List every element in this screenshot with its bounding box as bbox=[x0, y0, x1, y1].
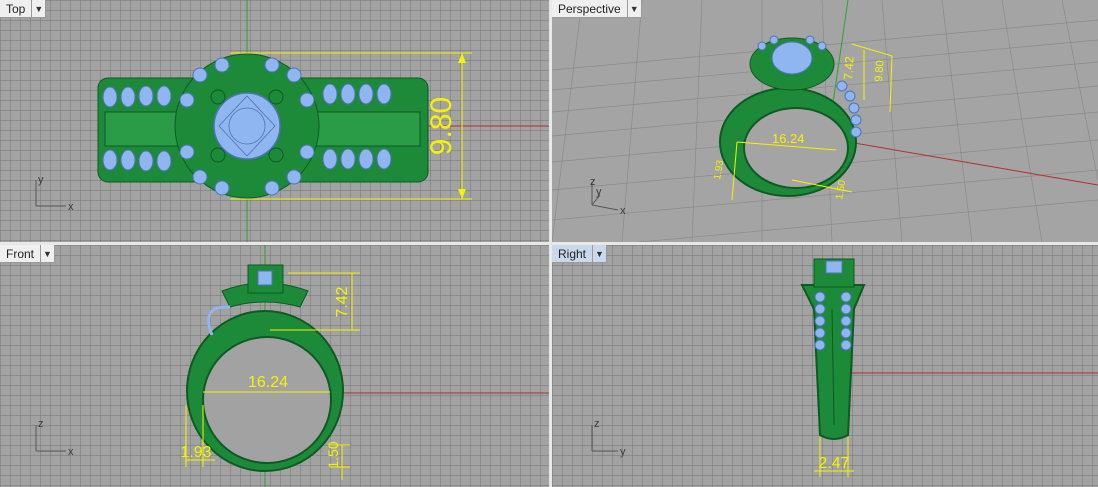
center-stone bbox=[771, 41, 813, 75]
viewport-right[interactable]: Right ▼ 2.47 z y bbox=[552, 245, 1098, 487]
viewport-front[interactable]: Front ▼ 16.24 7.42 1.93 1.50 z x bbox=[0, 245, 549, 487]
axis-label-a: z bbox=[590, 176, 596, 188]
dim-label-width: 16.24 bbox=[248, 374, 288, 391]
dim-label-band: 1.93 bbox=[180, 444, 211, 461]
viewport-title: Perspective bbox=[558, 1, 621, 16]
dim-label-height-a: 7.42 bbox=[841, 56, 857, 81]
viewport-top[interactable]: Top ▼ 9.80 y x bbox=[0, 0, 549, 242]
caret-down-icon[interactable]: ▼ bbox=[592, 245, 606, 263]
dim-label-thick: 1.50 bbox=[834, 179, 848, 201]
perspective-scene: 7.42 9.80 16.24 1.93 1.50 z y x bbox=[552, 0, 1098, 242]
caret-down-icon[interactable]: ▼ bbox=[40, 245, 54, 263]
axis-label-a: z bbox=[38, 418, 44, 430]
dim-label-height: 9.80 bbox=[425, 97, 458, 155]
right-scene: 2.47 z y bbox=[591, 258, 1098, 477]
top-scene: 9.80 y x bbox=[35, 0, 549, 242]
viewport-perspective[interactable]: Perspective ▼ 7.42 9.80 16.24 1.93 1.50 … bbox=[552, 0, 1098, 242]
viewport-tab-right[interactable]: Right ▼ bbox=[552, 245, 608, 263]
axis-label-a: z bbox=[594, 418, 600, 430]
center-stone bbox=[825, 260, 843, 274]
viewport-title: Right bbox=[558, 246, 587, 261]
front-scene: 16.24 7.42 1.93 1.50 z x bbox=[35, 245, 549, 487]
dim-label-height-b: 9.80 bbox=[873, 60, 886, 82]
viewport-tab-front[interactable]: Front ▼ bbox=[0, 245, 56, 263]
dim-label-thick: 1.50 bbox=[325, 441, 341, 468]
center-stone bbox=[257, 270, 273, 286]
center-stone bbox=[213, 92, 281, 160]
axis-label-a: y bbox=[38, 174, 44, 186]
axis-label-b: y bbox=[620, 446, 626, 458]
dim-label-width: 2.47 bbox=[818, 455, 849, 472]
viewport-title: Top bbox=[6, 1, 26, 16]
axis-label-b: x bbox=[68, 446, 74, 458]
dim-label-width: 16.24 bbox=[772, 131, 805, 146]
axis-label-b: x bbox=[68, 201, 74, 213]
axis-label-b: y bbox=[596, 186, 602, 198]
dim-label-height: 7.42 bbox=[334, 286, 351, 317]
viewport-tab-perspective[interactable]: Perspective ▼ bbox=[552, 0, 642, 18]
axis-label-c: x bbox=[620, 205, 626, 217]
viewport-title: Front bbox=[6, 246, 35, 261]
caret-down-icon[interactable]: ▼ bbox=[31, 0, 45, 18]
caret-down-icon[interactable]: ▼ bbox=[626, 0, 641, 18]
dim-label-band: 1.93 bbox=[712, 159, 726, 181]
viewport-tab-top[interactable]: Top ▼ bbox=[0, 0, 47, 18]
